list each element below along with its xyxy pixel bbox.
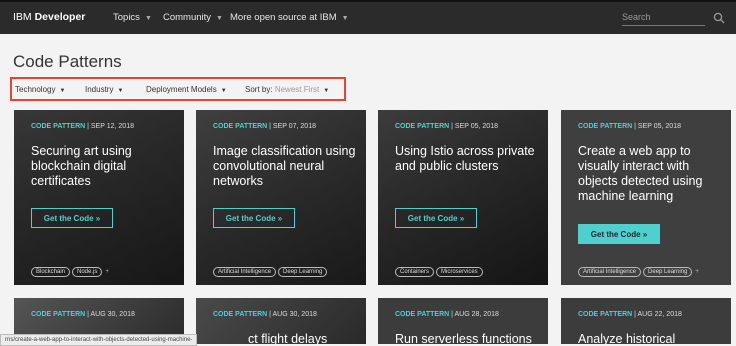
get-the-code-button[interactable]: Get the Code »	[578, 224, 660, 244]
sort-label: Sort by:	[245, 85, 273, 94]
sort-dropdown[interactable]: Sort by: Newest First ▼	[245, 85, 329, 94]
tag-list: Artificial Intelligence Deep Learning	[213, 267, 329, 277]
filter-industry[interactable]: Industry ▼	[85, 85, 123, 94]
get-the-code-button[interactable]: Get the Code »	[31, 208, 113, 228]
card-row2-2[interactable]: CODE PATTERN | AUG 30, 2018 ct flight de…	[196, 298, 366, 344]
tag-nodejs[interactable]: Node.js	[72, 267, 103, 277]
card-meta: CODE PATTERN | AUG 30, 2018	[31, 311, 135, 318]
sort-value: Newest First	[274, 85, 320, 94]
search-input[interactable]: Search	[622, 12, 705, 26]
card-title: ct flight delays	[248, 332, 328, 344]
card-image	[196, 110, 366, 285]
nav-community[interactable]: Community ▼	[163, 12, 223, 23]
nav-more-open-source-label: More open source at IBM	[230, 12, 337, 23]
filter-industry-label: Industry	[85, 85, 114, 94]
get-the-code-button[interactable]: Get the Code »	[213, 208, 295, 228]
chevron-down-icon: ▼	[59, 88, 66, 94]
card-istio-clusters[interactable]: CODE PATTERN | SEP 05, 2018 Using Istio …	[378, 110, 548, 285]
filter-deployment-models-label: Deployment Models	[146, 85, 217, 94]
chevron-down-icon: ▼	[220, 88, 227, 94]
nav-topics-label: Topics	[113, 12, 140, 23]
tag-artificial-intelligence[interactable]: Artificial Intelligence	[578, 267, 642, 277]
chevron-down-icon: ▼	[216, 15, 223, 22]
filter-deployment-models[interactable]: Deployment Models ▼	[146, 85, 227, 94]
tag-artificial-intelligence[interactable]: Artificial Intelligence	[213, 267, 277, 277]
card-securing-art[interactable]: CODE PATTERN | SEP 12, 2018 Securing art…	[14, 110, 184, 285]
card-title: Create a web app to visually interact wi…	[578, 144, 703, 203]
search-icon[interactable]	[713, 12, 725, 24]
card-meta: CODE PATTERN | SEP 05, 2018	[395, 123, 498, 130]
tag-deep-learning[interactable]: Deep Learning	[643, 267, 693, 277]
card-title: Using Istio across private and public cl…	[395, 144, 535, 173]
tag-list: Artificial Intelligence Deep Learning +	[578, 267, 699, 277]
more-tags[interactable]: +	[105, 269, 109, 275]
tag-deep-learning[interactable]: Deep Learning	[278, 267, 328, 277]
card-meta: CODE PATTERN | SEP 05, 2018	[578, 123, 681, 130]
card-web-app-objects[interactable]: CODE PATTERN | SEP 05, 2018 Create a web…	[561, 110, 731, 285]
card-title: Run serverless functions	[395, 332, 532, 344]
get-the-code-button[interactable]: Get the Code »	[395, 208, 477, 228]
tag-containers[interactable]: Containers	[395, 267, 435, 277]
more-tags[interactable]: +	[695, 269, 699, 275]
card-image	[14, 110, 184, 285]
nav-community-label: Community	[163, 12, 212, 23]
card-meta: CODE PATTERN | AUG 30, 2018	[213, 311, 317, 318]
card-title: Securing art using blockchain digital ce…	[31, 144, 132, 188]
nav-more-open-source[interactable]: More open source at IBM ▼	[230, 12, 349, 23]
tag-list: Blockchain Node.js +	[31, 267, 109, 277]
card-row2-4[interactable]: CODE PATTERN | AUG 22, 2018 Analyze hist…	[561, 298, 731, 344]
tag-list: Containers Microservices	[395, 267, 485, 277]
card-title: Image classification using convolutional…	[213, 144, 356, 188]
page-title: Code Patterns	[13, 52, 122, 71]
filter-technology[interactable]: Technology ▼	[15, 85, 65, 94]
chevron-down-icon: ▼	[144, 15, 152, 22]
brand-prefix: IBM	[13, 11, 32, 23]
brand-logo[interactable]: IBM Developer	[13, 11, 85, 23]
tag-microservices[interactable]: Microservices	[436, 267, 483, 277]
top-navigation-bar: IBM Developer Topics ▼ Community ▼ More op…	[0, 0, 736, 34]
card-meta: CODE PATTERN | SEP 07, 2018	[213, 123, 316, 130]
filter-technology-label: Technology	[15, 85, 56, 94]
card-meta: CODE PATTERN | AUG 22, 2018	[578, 311, 682, 318]
brand-bold: Developer	[34, 11, 86, 23]
card-row2-3[interactable]: CODE PATTERN | AUG 28, 2018 Run serverle…	[378, 298, 548, 344]
chevron-down-icon: ▼	[117, 88, 124, 94]
card-meta: CODE PATTERN | SEP 12, 2018	[31, 123, 134, 130]
chevron-down-icon: ▼	[323, 88, 330, 94]
card-meta: CODE PATTERN | AUG 28, 2018	[395, 311, 499, 318]
card-image	[378, 110, 548, 285]
tag-blockchain[interactable]: Blockchain	[31, 267, 71, 277]
card-title: Analyze historical	[578, 332, 676, 344]
chevron-down-icon: ▼	[341, 15, 349, 22]
nav-topics[interactable]: Topics ▼	[113, 12, 152, 23]
card-image-classification[interactable]: CODE PATTERN | SEP 07, 2018 Image classi…	[196, 110, 366, 285]
status-url: rns/create-a-web-app-to-interact-with-ob…	[0, 334, 198, 346]
